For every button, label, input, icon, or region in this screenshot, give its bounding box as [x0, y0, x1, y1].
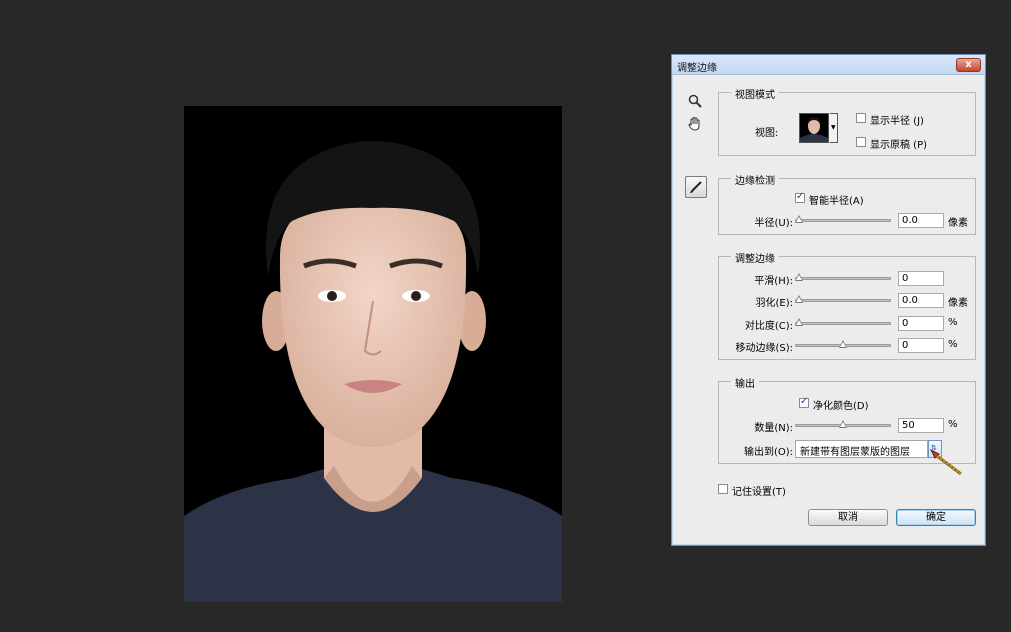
ok-button[interactable]: 确定 [896, 509, 976, 526]
view-dropdown-button[interactable]: ▼ [830, 113, 838, 143]
smooth-field[interactable]: 0 [898, 271, 944, 286]
refine-radius-tool[interactable] [685, 176, 707, 198]
contrast-unit: % [948, 317, 958, 328]
amount-field[interactable]: 50 [898, 418, 944, 433]
amount-slider[interactable] [795, 420, 891, 429]
shift-edge-label: 移动边缘(S): [735, 343, 793, 354]
radius-unit: 像素 [948, 218, 968, 229]
contrast-label: 对比度(C): [744, 321, 793, 332]
output-to-label: 输出到(O): [743, 447, 793, 458]
show-original-checkbox[interactable] [856, 137, 866, 147]
amount-unit: % [948, 419, 958, 430]
radius-slider[interactable] [795, 215, 891, 224]
contrast-field[interactable]: 0 [898, 316, 944, 331]
close-button[interactable]: x [956, 58, 981, 72]
radius-label: 半径(U): [754, 218, 794, 229]
cancel-button[interactable]: 取消 [808, 509, 888, 526]
portrait-thumbnail-icon [800, 114, 828, 142]
hand-tool[interactable] [684, 113, 706, 135]
decontaminate-checkbox[interactable] [799, 396, 809, 408]
feather-label: 羽化(E): [755, 298, 794, 309]
shift-edge-field[interactable]: 0 [898, 338, 944, 353]
contrast-slider-track[interactable] [795, 322, 891, 325]
brush-icon [690, 181, 702, 193]
remember-settings-checkbox[interactable] [718, 484, 728, 494]
zoom-tool[interactable] [684, 90, 706, 112]
radius-field[interactable]: 0.0 [898, 213, 944, 228]
view-label: 视图: [755, 128, 779, 139]
portrait-photo [184, 141, 562, 602]
image-canvas[interactable] [184, 106, 562, 602]
dropdown-arrow-icon: ▼ [831, 124, 836, 131]
smart-radius-checkbox[interactable] [795, 191, 805, 203]
decontaminate-label: 净化颜色(D) [813, 401, 869, 412]
show-original-label: 显示原稿 (P) [870, 140, 928, 151]
remember-settings-label: 记住设置(T) [732, 487, 786, 498]
show-radius-label: 显示半径 (J) [870, 116, 924, 127]
smart-radius-label: 智能半径(A) [809, 196, 864, 207]
output-group: 输出 净化颜色(D) 数量(N): 50 % 输出到(O): 新建带有图层蒙版的… [718, 375, 976, 476]
feather-field[interactable]: 0.0 [898, 293, 944, 308]
edge-detection-group: 边缘检测 智能半径(A) 半径(U): 0.0 像素 [718, 172, 976, 235]
feather-slider-track[interactable] [795, 299, 891, 302]
view-mode-group: 视图模式 视图: ▼ 显示半径 (J) 显示原稿 (P) [718, 86, 976, 156]
adjust-edge-legend: 调整边缘 [731, 250, 779, 265]
adjust-edge-group: 调整边缘 平滑(H): 0 羽化(E): 0.0 像素 对比度(C): 0 % … [718, 250, 976, 360]
contrast-slider[interactable] [795, 318, 891, 327]
view-mode-legend: 视图模式 [731, 86, 779, 101]
shift-edge-unit: % [948, 339, 958, 350]
mouse-cursor-icon [929, 448, 962, 476]
view-thumbnail[interactable] [799, 113, 829, 143]
feather-unit: 像素 [948, 298, 968, 309]
refine-edge-dialog: 调整边缘 x 视图模式 视图: ▼ 显示半径 (J) 显示原稿 (P) 边缘检测… [671, 54, 986, 546]
feather-slider[interactable] [795, 295, 891, 304]
show-radius-checkbox[interactable] [856, 113, 866, 123]
dialog-titlebar[interactable]: 调整边缘 x [672, 55, 985, 75]
dialog-title: 调整边缘 [677, 63, 717, 74]
hand-icon [688, 116, 700, 131]
output-legend: 输出 [731, 375, 759, 390]
edge-detection-legend: 边缘检测 [731, 172, 779, 187]
output-to-select[interactable]: 新建带有图层蒙版的图层 [795, 440, 928, 458]
magnifier-icon [688, 94, 702, 108]
amount-label: 数量(N): [754, 423, 793, 434]
radius-slider-track[interactable] [795, 219, 891, 222]
smooth-slider[interactable] [795, 273, 891, 282]
smooth-label: 平滑(H): [754, 276, 793, 287]
shift-edge-slider[interactable] [795, 340, 891, 349]
smooth-slider-track[interactable] [795, 277, 891, 280]
